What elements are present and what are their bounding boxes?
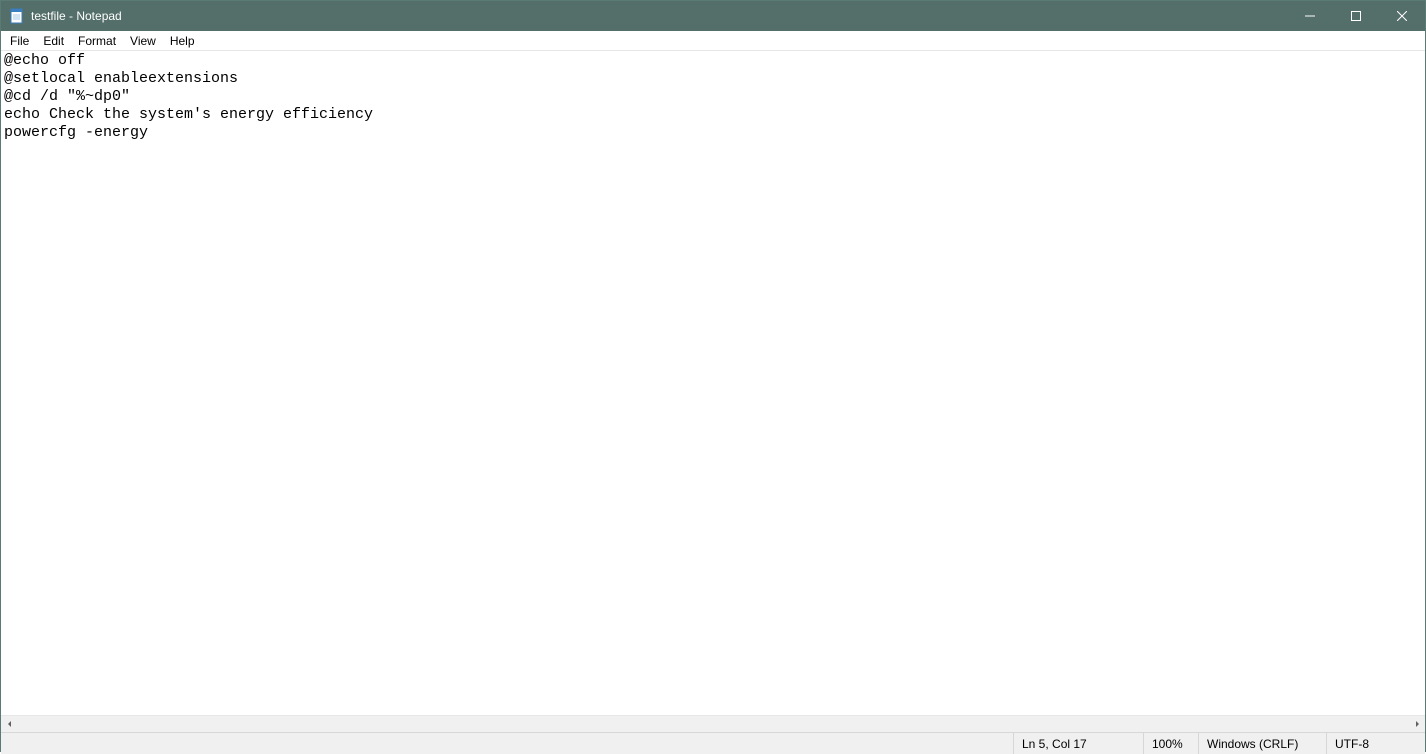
minimize-button[interactable] — [1287, 1, 1333, 31]
status-spacer — [1, 733, 1014, 754]
scroll-right-icon[interactable] — [1408, 716, 1425, 733]
menu-format[interactable]: Format — [71, 32, 123, 50]
maximize-button[interactable] — [1333, 1, 1379, 31]
menu-file[interactable]: File — [3, 32, 36, 50]
status-lineending: Windows (CRLF) — [1199, 733, 1327, 754]
scroll-left-icon[interactable] — [1, 716, 18, 733]
status-zoom: 100% — [1144, 733, 1199, 754]
menu-help[interactable]: Help — [163, 32, 202, 50]
window-title: testfile - Notepad — [31, 9, 122, 23]
titlebar-controls — [1287, 1, 1425, 31]
titlebar[interactable]: testfile - Notepad — [1, 1, 1425, 31]
status-encoding: UTF-8 — [1327, 733, 1425, 754]
titlebar-left: testfile - Notepad — [1, 8, 122, 24]
horizontal-scrollbar[interactable] — [1, 715, 1425, 732]
menu-view[interactable]: View — [123, 32, 163, 50]
close-button[interactable] — [1379, 1, 1425, 31]
text-editor[interactable] — [1, 51, 1425, 712]
menubar: File Edit Format View Help — [1, 31, 1425, 51]
statusbar: Ln 5, Col 17 100% Windows (CRLF) UTF-8 — [1, 732, 1425, 754]
status-linecol: Ln 5, Col 17 — [1014, 733, 1144, 754]
notepad-icon — [9, 8, 25, 24]
menu-edit[interactable]: Edit — [36, 32, 71, 50]
